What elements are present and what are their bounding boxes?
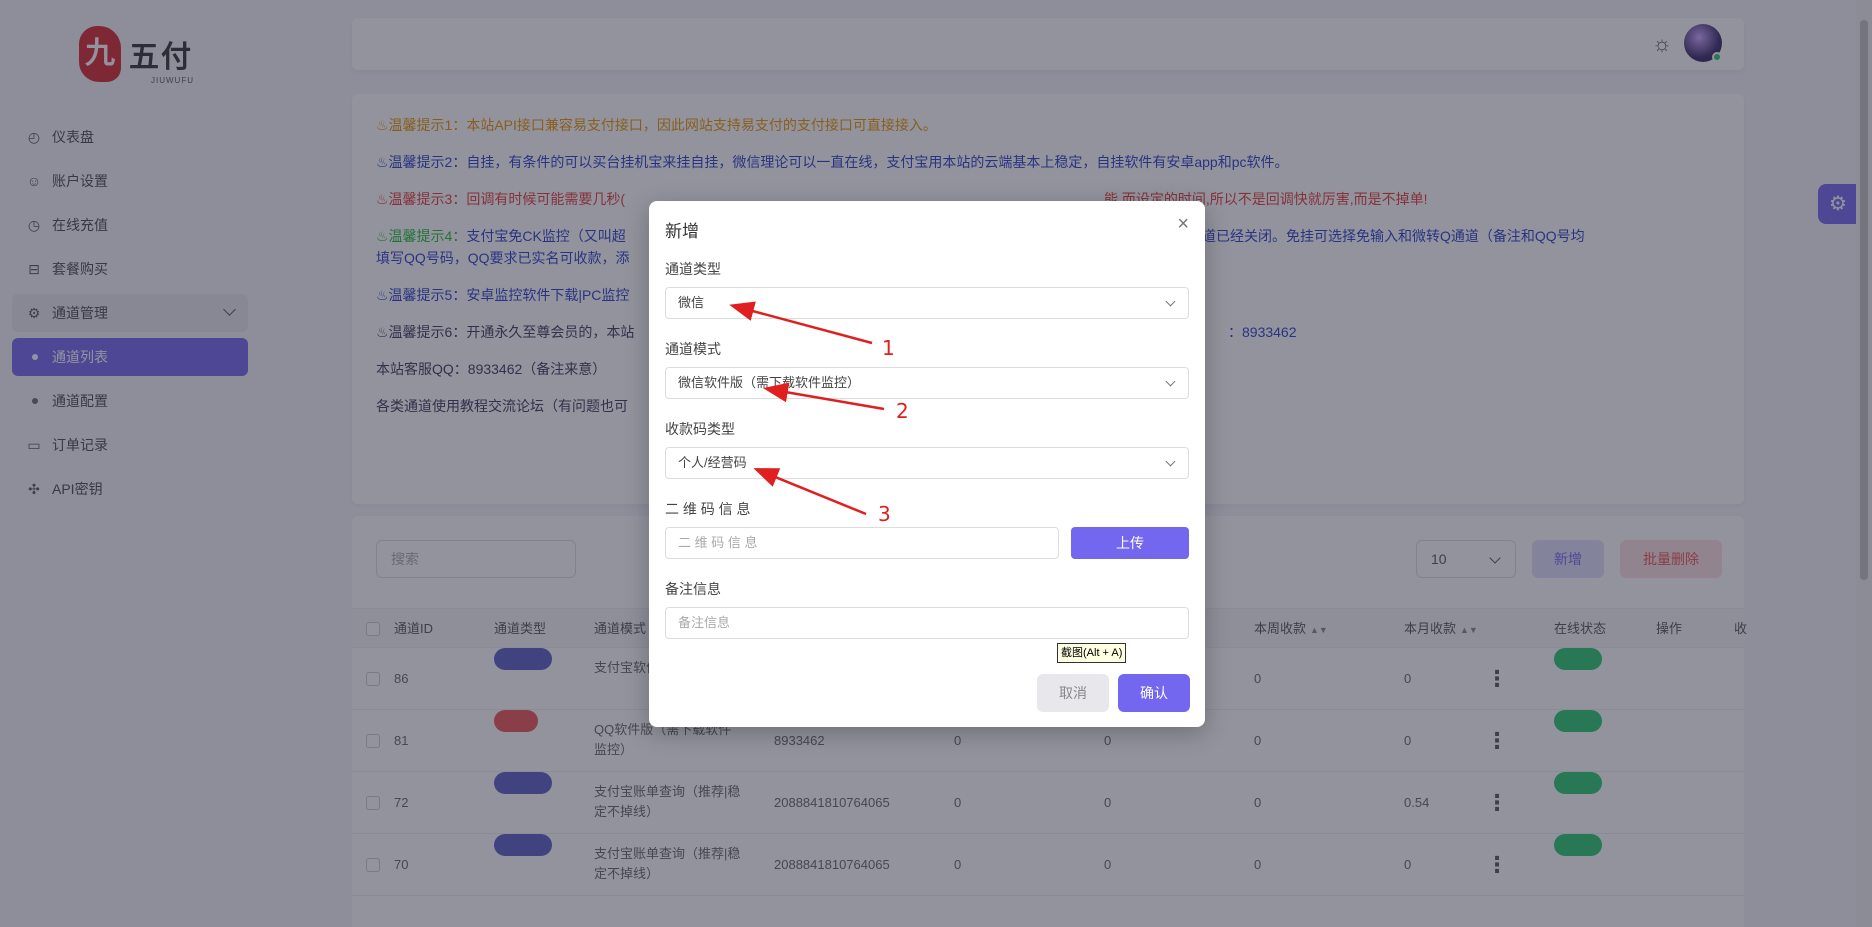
confirm-button[interactable]: 确认 [1118, 674, 1190, 712]
channel-mode-select[interactable]: 微信软件版（需下载软件监控） [665, 367, 1189, 399]
channel-mode-label: 通道模式 [665, 341, 721, 357]
qr-type-value: 个人/经营码 [678, 455, 747, 470]
cancel-button[interactable]: 取消 [1037, 674, 1109, 712]
qr-type-select[interactable]: 个人/经营码 [665, 447, 1189, 479]
annotation-number-2: 2 [896, 399, 909, 423]
chevron-down-icon [1165, 376, 1176, 387]
qr-info-label: 二 维 码 信 息 [665, 501, 751, 517]
qr-type-label: 收款码类型 [665, 421, 735, 437]
upload-button[interactable]: 上传 [1071, 527, 1189, 559]
dialog-title: 新增 [665, 222, 699, 241]
chevron-down-icon [1165, 296, 1176, 307]
remark-label: 备注信息 [665, 581, 721, 597]
annotation-number-1: 1 [882, 336, 895, 360]
annotation-number-3: 3 [878, 502, 891, 526]
add-channel-dialog: 新增 × 通道类型 微信 通道模式 微信软件版（需下载软件监控） 收款码类型 个… [649, 201, 1205, 727]
channel-type-label: 通道类型 [665, 261, 721, 277]
chevron-down-icon [1165, 456, 1176, 467]
close-icon[interactable]: × [1177, 213, 1189, 236]
channel-type-select[interactable]: 微信 [665, 287, 1189, 319]
remark-input[interactable]: 备注信息 [665, 607, 1189, 639]
channel-mode-value: 微信软件版（需下载软件监控） [678, 375, 861, 390]
screenshot-tooltip: 截图(Alt + A) [1057, 643, 1127, 663]
qr-info-input[interactable]: 二 维 码 信 息 [665, 527, 1059, 559]
channel-type-value: 微信 [678, 295, 705, 310]
